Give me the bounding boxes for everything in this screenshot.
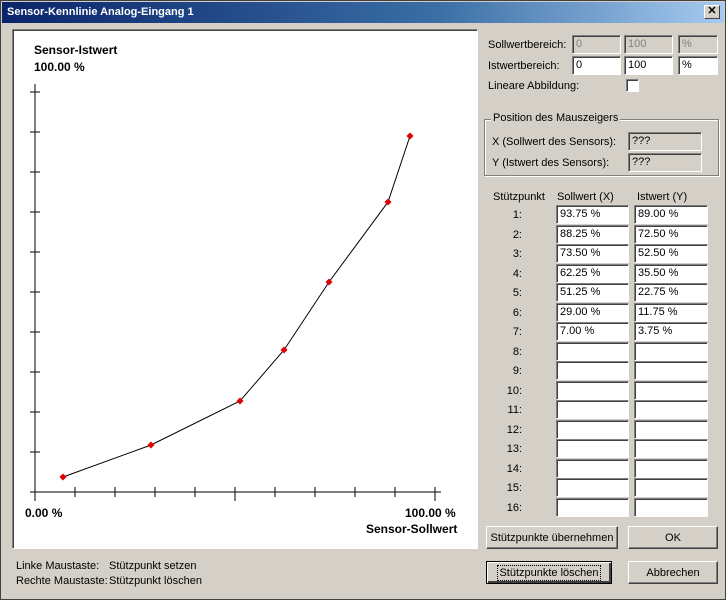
data-point	[59, 473, 67, 481]
istwert-range-label: Istwertbereich:	[488, 60, 560, 72]
delete-points-button[interactable]: Stützpunkte löschen	[486, 561, 612, 584]
point-istwert-input[interactable]: 52.50 %	[634, 244, 708, 263]
ok-button[interactable]: OK	[628, 526, 718, 549]
point-sollwert-input[interactable]	[556, 380, 629, 400]
mouse-y-label: Y (Istwert des Sensors):	[492, 157, 610, 169]
mouse-position-caption: Position des Mauszeigers	[491, 112, 621, 124]
data-point	[384, 198, 392, 206]
point-sollwert-input[interactable]	[556, 341, 629, 361]
point-sollwert-input[interactable]	[556, 458, 629, 478]
point-istwert-input[interactable]	[634, 361, 708, 380]
x-max-label: 100.00 %	[405, 506, 456, 520]
point-index-label: 16:	[506, 501, 522, 514]
point-istwert-input[interactable]	[634, 478, 708, 497]
title-bar[interactable]: Sensor-Kennlinie Analog-Eingang 1 ✕	[2, 2, 724, 23]
point-istwert-input[interactable]: 35.50 %	[634, 263, 708, 283]
point-index-label: 9:	[512, 365, 522, 377]
series-line	[62, 135, 411, 478]
cancel-label: Abbrechen	[646, 566, 700, 579]
ok-label: OK	[665, 531, 681, 544]
hint-left-action: Stützpunkt setzen	[109, 560, 197, 572]
point-index-label: 4:	[512, 267, 522, 280]
istwert-from-input[interactable]: 0	[572, 56, 621, 75]
point-istwert-input[interactable]	[634, 497, 708, 517]
close-icon[interactable]: ✕	[704, 5, 720, 19]
sollwert-unit-input: %	[678, 35, 718, 54]
point-sollwert-input[interactable]: 29.00 %	[556, 302, 629, 322]
point-sollwert-input[interactable]	[556, 419, 629, 439]
point-sollwert-input[interactable]	[556, 439, 629, 458]
point-index-label: 12:	[506, 423, 522, 436]
point-index-label: 7:	[512, 326, 522, 338]
linear-mapping-label: Lineare Abbildung:	[488, 80, 580, 92]
x-axis-label: Sensor-Sollwert	[366, 522, 458, 536]
hint-left-key: Linke Maustaste:	[16, 560, 100, 572]
point-istwert-input[interactable]: 72.50 %	[634, 224, 708, 244]
point-index-label: 10:	[506, 384, 522, 397]
point-index-label: 3:	[512, 248, 522, 260]
data-point	[406, 132, 414, 140]
point-istwert-input[interactable]	[634, 380, 708, 400]
col-header-istwert: Istwert (Y)	[637, 191, 688, 203]
point-sollwert-input[interactable]	[556, 497, 629, 517]
apply-points-button[interactable]: Stützpunkte übernehmen	[486, 526, 618, 549]
point-sollwert-input[interactable]: 73.50 %	[556, 244, 629, 263]
point-istwert-input[interactable]: 22.75 %	[634, 283, 708, 302]
hint-right-action: Stützpunkt löschen	[109, 575, 202, 587]
point-istwert-input[interactable]	[634, 341, 708, 361]
istwert-unit-input[interactable]: %	[678, 56, 718, 75]
point-index-label: 2:	[512, 228, 522, 241]
mouse-x-label: X (Sollwert des Sensors):	[492, 136, 617, 148]
mouse-x-value: ???	[628, 132, 702, 151]
point-sollwert-input[interactable]: 62.25 %	[556, 263, 629, 283]
col-header-sollwert: Sollwert (X)	[557, 191, 614, 203]
col-header-index: Stützpunkt	[493, 191, 545, 203]
cancel-button[interactable]: Abbrechen	[628, 561, 718, 584]
window-title: Sensor-Kennlinie Analog-Eingang 1	[7, 6, 194, 18]
x-min-label: 0.00 %	[25, 506, 63, 520]
sollwert-range-label: Sollwertbereich:	[488, 39, 567, 51]
point-istwert-input[interactable]	[634, 400, 708, 419]
sollwert-from-input: 0	[572, 35, 621, 54]
point-index-label: 15:	[506, 482, 522, 494]
point-sollwert-input[interactable]: 51.25 %	[556, 283, 629, 302]
point-sollwert-input[interactable]: 88.25 %	[556, 224, 629, 244]
point-sollwert-input[interactable]: 93.75 %	[556, 205, 629, 224]
point-istwert-input[interactable]	[634, 419, 708, 439]
point-sollwert-input[interactable]	[556, 478, 629, 497]
sollwert-to-input: 100	[624, 35, 673, 54]
point-index-label: 8:	[512, 345, 522, 358]
characteristic-plot[interactable]: Sensor-Istwert 100.00 % 0.00 % 100.00 % …	[12, 29, 478, 549]
point-istwert-input[interactable]: 3.75 %	[634, 322, 708, 341]
chart-svg[interactable]	[13, 30, 477, 548]
point-istwert-input[interactable]: 11.75 %	[634, 302, 708, 322]
point-istwert-input[interactable]	[634, 458, 708, 478]
delete-points-label: Stützpunkte löschen	[497, 564, 601, 581]
point-sollwert-input[interactable]: 7.00 %	[556, 322, 629, 341]
mouse-y-value: ???	[628, 153, 702, 172]
point-sollwert-input[interactable]	[556, 361, 629, 380]
apply-points-label: Stützpunkte übernehmen	[490, 531, 614, 544]
point-index-label: 1:	[512, 209, 522, 221]
point-index-label: 14:	[506, 462, 522, 475]
point-istwert-input[interactable]	[634, 439, 708, 458]
point-sollwert-input[interactable]	[556, 400, 629, 419]
hint-right-key: Rechte Maustaste:	[16, 575, 108, 587]
istwert-to-input[interactable]: 100	[624, 56, 673, 75]
data-point	[325, 278, 333, 286]
point-index-label: 5:	[512, 287, 522, 299]
data-point	[147, 441, 155, 449]
y-max-label: 100.00 %	[34, 60, 85, 74]
point-istwert-input[interactable]: 89.00 %	[634, 205, 708, 224]
point-index-label: 6:	[512, 306, 522, 319]
dialog-window: Sensor-Kennlinie Analog-Eingang 1 ✕ Sens…	[0, 0, 726, 600]
point-index-label: 11:	[507, 404, 522, 416]
linear-mapping-checkbox[interactable]	[626, 79, 639, 92]
point-index-label: 13:	[506, 443, 522, 455]
y-axis-label: Sensor-Istwert	[34, 43, 118, 57]
